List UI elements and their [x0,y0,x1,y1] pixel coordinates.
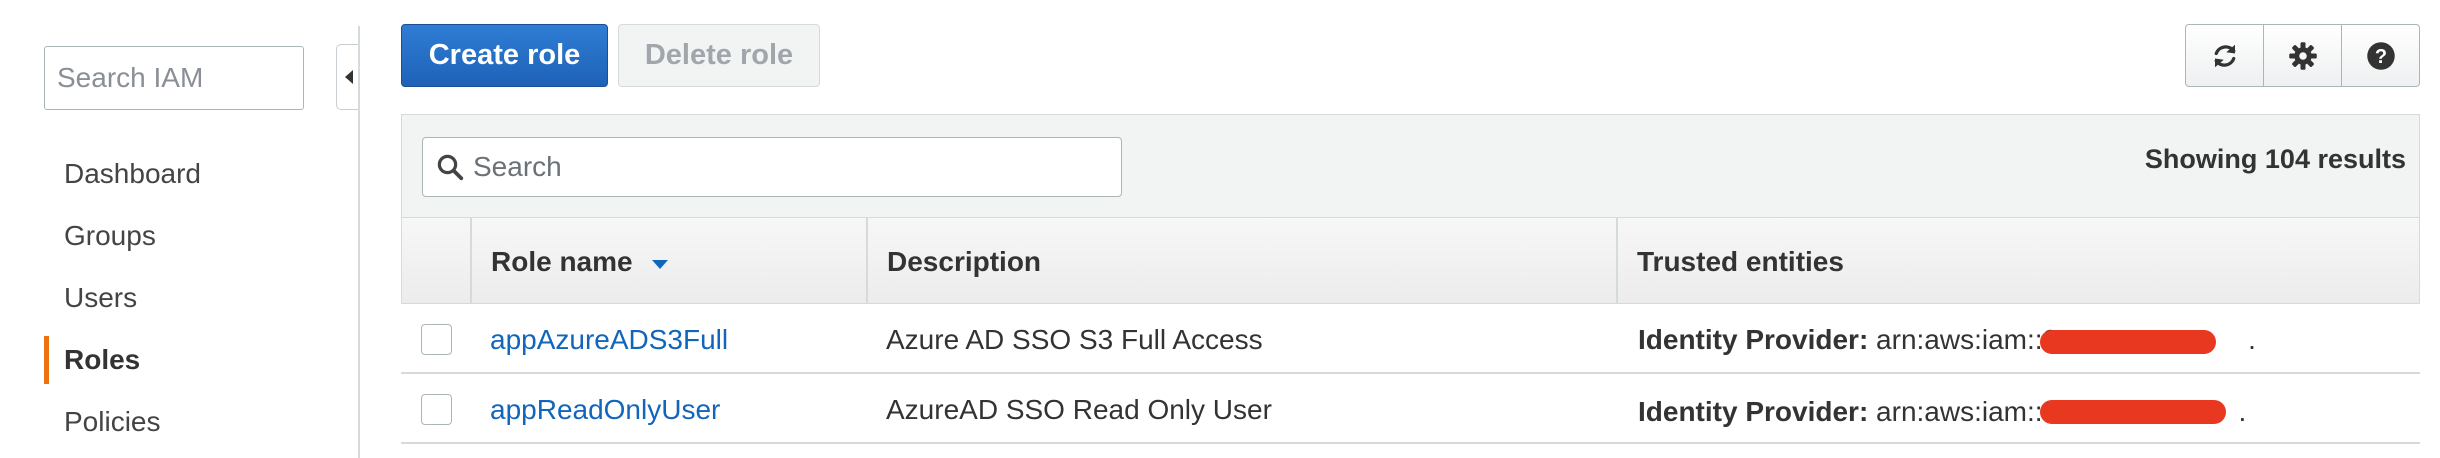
role-name-link[interactable]: appAzureADS3Full [490,324,728,356]
redaction-mark [2040,330,2216,354]
role-description: Azure AD SSO S3 Full Access [886,324,1263,355]
column-header-role-name-label: Role name [491,246,633,277]
redaction-mark [2040,400,2226,424]
trusted-entity-value: arn:aws:iam:: [1876,396,2043,427]
help-icon: ? [2366,41,2395,70]
svg-text:?: ? [2374,45,2386,67]
table-search-placeholder: Search [473,151,562,182]
row-checkbox[interactable] [421,324,452,355]
column-header-description[interactable]: Description [887,246,1041,278]
sidebar-item-policies[interactable]: Policies [64,404,160,440]
row-checkbox[interactable] [421,394,452,425]
trusted-entity-suffix: . [2238,396,2247,427]
header-separator [1616,218,1618,304]
trusted-entity-suffix: . [2248,324,2256,355]
sort-descending-icon [652,259,669,269]
sidebar-item-roles[interactable]: Roles [64,342,140,378]
refresh-button[interactable] [2186,25,2264,86]
sidebar-item-groups[interactable]: Groups [64,218,156,254]
search-iam-placeholder: Search IAM [57,62,204,93]
search-icon [437,154,464,181]
header-separator [470,218,472,304]
settings-button[interactable] [2264,25,2342,86]
active-nav-indicator [44,336,49,384]
sidebar-item-dashboard[interactable]: Dashboard [64,156,201,192]
trusted-entity-value: arn:aws:iam::2 [1876,324,2059,355]
role-description: AzureAD SSO Read Only User [886,394,1272,425]
table-header [401,218,2420,304]
column-header-role-name[interactable]: Role name [491,246,670,278]
results-count: Showing 104 results [2144,144,2406,174]
role-name-link[interactable]: appReadOnlyUser [490,394,720,426]
delete-role-button[interactable]: Delete role [618,24,820,87]
gear-icon [2288,41,2317,70]
trusted-entity-label: Identity Provider: [1638,324,1869,355]
help-button[interactable]: ? [2342,25,2419,86]
sidebar-divider [358,26,360,458]
create-role-button[interactable]: Create role [401,24,608,87]
table-search-input[interactable]: Search [422,137,1122,197]
collapse-sidebar-button[interactable] [336,44,360,110]
caret-left-icon [344,70,353,84]
refresh-icon [2214,44,2235,67]
trusted-entity-label: Identity Provider: [1638,396,1869,427]
header-separator [866,218,868,304]
search-iam-input[interactable]: Search IAM [44,46,304,110]
sidebar-item-users[interactable]: Users [64,280,137,316]
column-header-trusted-entities[interactable]: Trusted entities [1637,246,1844,278]
table-actions-group: ? [2185,24,2420,87]
